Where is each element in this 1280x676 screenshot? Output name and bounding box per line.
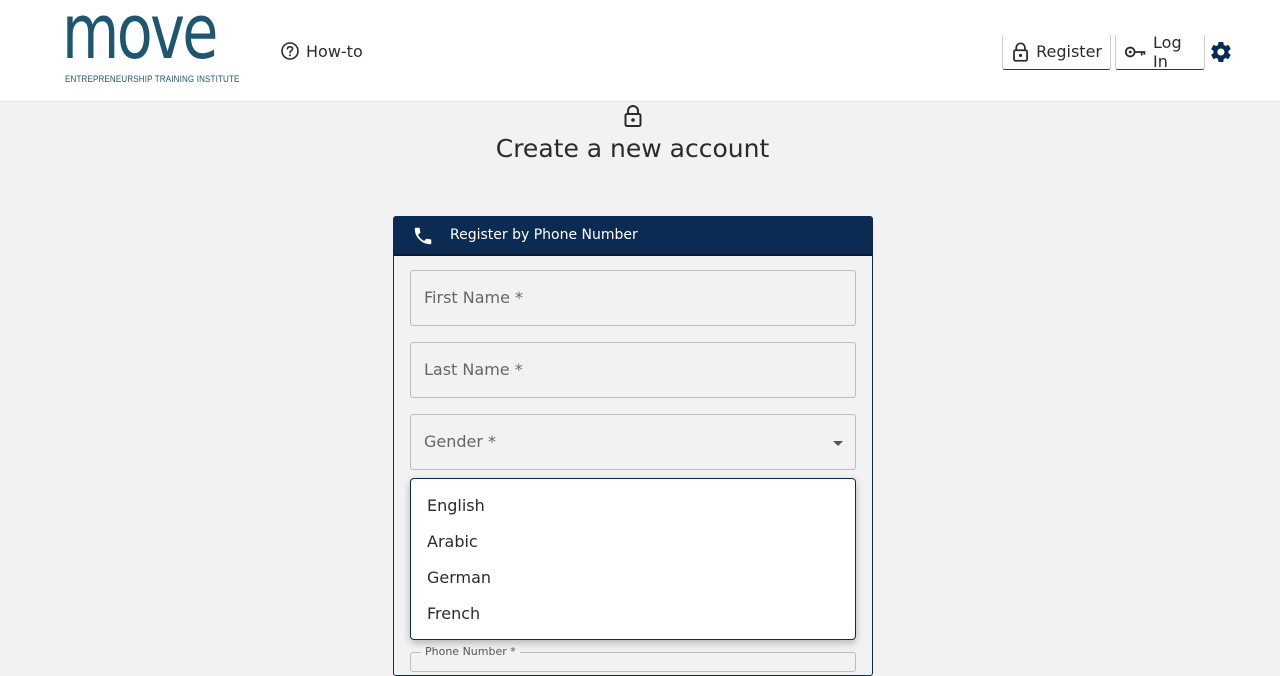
language-option-german[interactable]: German bbox=[411, 559, 855, 595]
caret-down-icon bbox=[833, 441, 843, 446]
logo-tagline: ENTREPRENEURSHIP TRAINING INSTITUTE bbox=[65, 74, 240, 84]
card-header-label: Register by Phone Number bbox=[450, 227, 638, 243]
first-name-field[interactable]: First Name * bbox=[410, 270, 856, 326]
gender-placeholder: Gender * bbox=[424, 432, 497, 451]
register-button[interactable]: Register bbox=[1002, 34, 1111, 70]
language-option-french[interactable]: French bbox=[411, 595, 855, 631]
lock-icon bbox=[1013, 41, 1028, 62]
top-header: move ENTREPRENEURSHIP TRAINING INSTITUTE… bbox=[0, 0, 1280, 102]
register-label: Register bbox=[1036, 42, 1102, 61]
howto-link[interactable]: How-to bbox=[280, 40, 363, 62]
language-option-arabic[interactable]: Arabic bbox=[411, 523, 855, 559]
key-icon bbox=[1124, 46, 1146, 57]
logo-word: move bbox=[62, 0, 218, 76]
logo[interactable]: move ENTREPRENEURSHIP TRAINING INSTITUTE bbox=[62, 0, 240, 88]
gear-icon[interactable] bbox=[1209, 40, 1233, 64]
last-name-field[interactable]: Last Name * bbox=[410, 342, 856, 398]
page-title: Create a new account bbox=[495, 134, 770, 163]
phone-number-field[interactable]: Phone Number * bbox=[410, 645, 856, 672]
phone-number-label: Phone Number * bbox=[421, 645, 520, 658]
login-label: Log In bbox=[1153, 32, 1182, 71]
gender-select[interactable]: Gender * bbox=[410, 414, 856, 470]
language-dropdown-menu: English Arabic German French bbox=[410, 478, 856, 640]
phone-icon bbox=[414, 227, 432, 245]
login-button[interactable]: Log In bbox=[1115, 32, 1205, 71]
howto-label: How-to bbox=[306, 41, 363, 61]
help-circle-icon bbox=[281, 42, 299, 60]
first-name-placeholder: First Name * bbox=[424, 288, 524, 307]
language-option-english[interactable]: English bbox=[411, 487, 855, 523]
last-name-placeholder: Last Name * bbox=[424, 360, 523, 379]
lock-icon bbox=[624, 105, 642, 127]
register-by-phone-tab[interactable]: Register by Phone Number bbox=[394, 217, 872, 256]
